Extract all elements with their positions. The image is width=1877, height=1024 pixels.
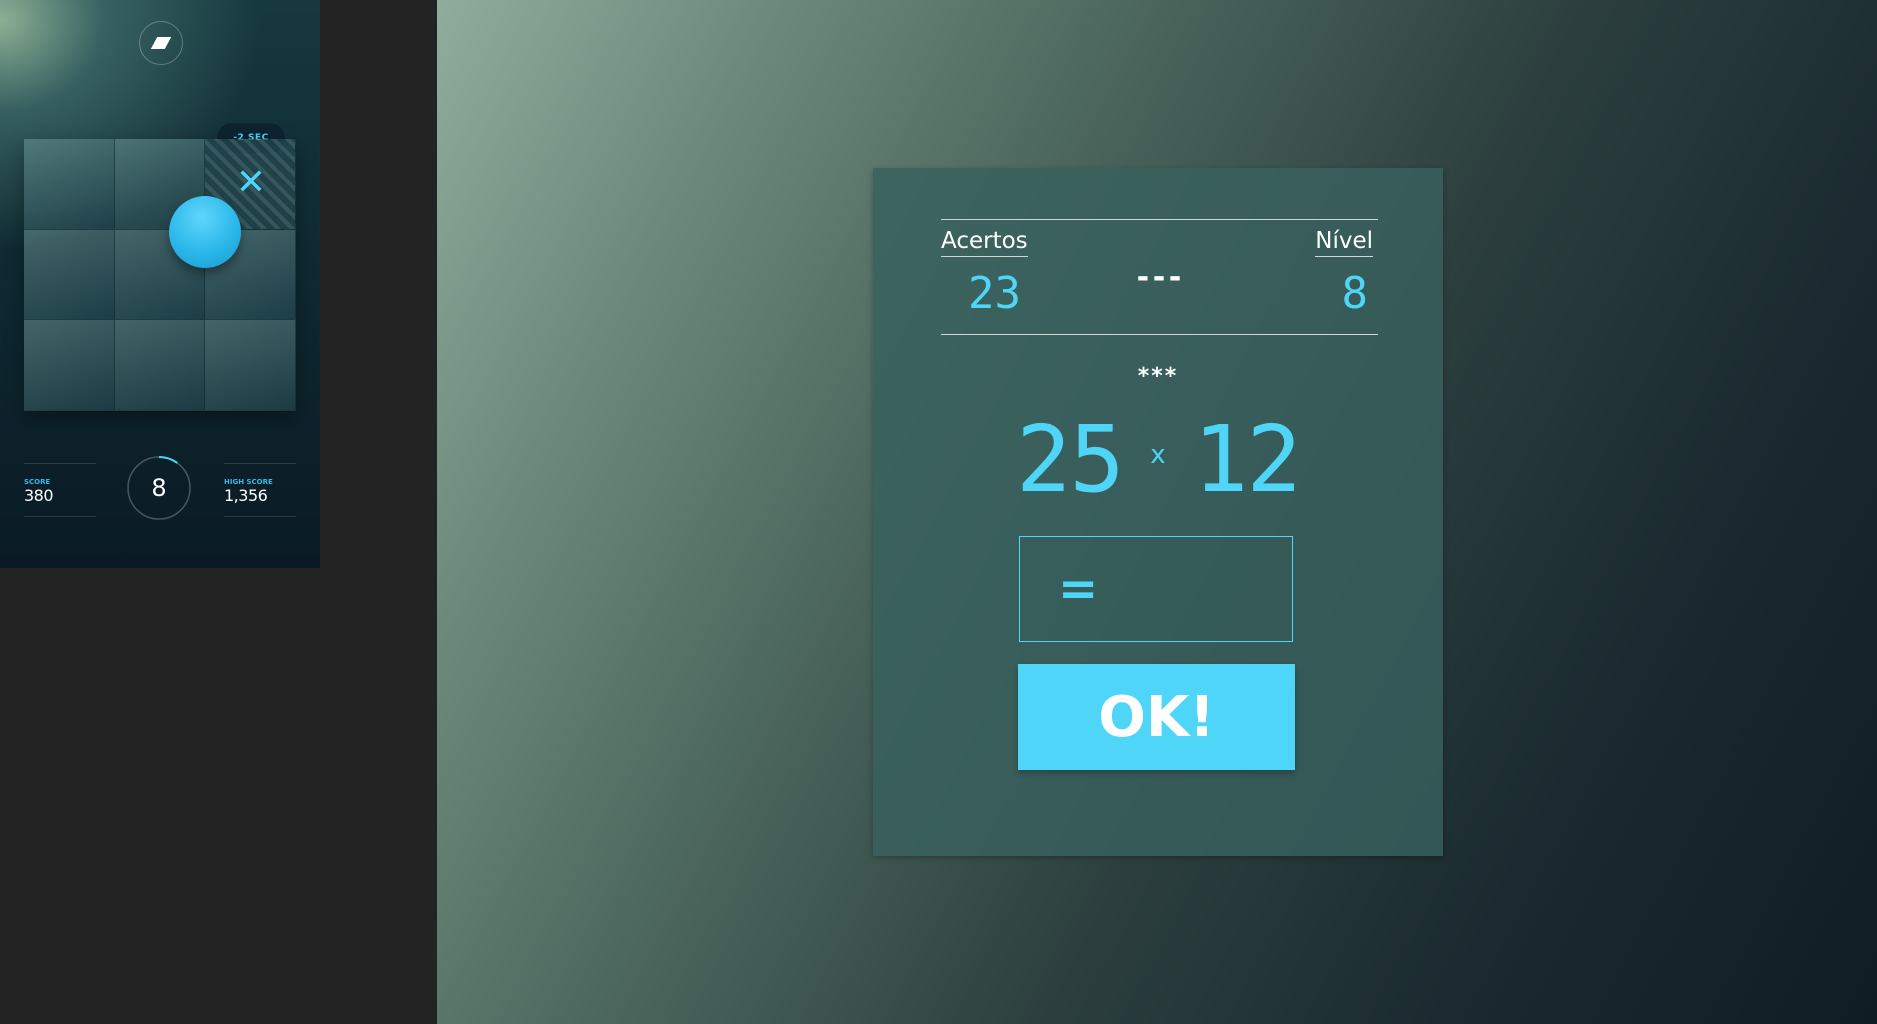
game-preview-panel: -2 SEC ✕ SCORE 380 8 HIGH SCORE 1,356 bbox=[0, 0, 320, 568]
grid-cell[interactable] bbox=[114, 320, 206, 411]
high-score-value: 1,356 bbox=[224, 486, 268, 505]
high-score-stat: HIGH SCORE 1,356 bbox=[224, 463, 296, 517]
score-stat: SCORE 380 bbox=[24, 463, 96, 517]
answer-box[interactable]: = bbox=[1019, 536, 1675, 642]
hits-label: Acertos bbox=[941, 228, 1028, 257]
divider-top bbox=[941, 219, 1378, 220]
answer-input[interactable] bbox=[1110, 548, 1675, 630]
grid-cell[interactable] bbox=[24, 320, 115, 411]
grid-cell[interactable] bbox=[205, 320, 296, 411]
timer-ring: 8 bbox=[126, 455, 192, 521]
score-label: SCORE bbox=[24, 478, 51, 486]
main-game-area: Acertos 23 --- Nível 8 *** 25 x 12 = OK! bbox=[437, 0, 1877, 1024]
grid-cell[interactable] bbox=[24, 229, 115, 321]
rating-stars: *** bbox=[1137, 364, 1179, 389]
timer-value: 8 bbox=[151, 474, 167, 502]
ok-button[interactable]: OK! bbox=[1018, 664, 1295, 770]
high-score-label: HIGH SCORE bbox=[224, 478, 273, 486]
close-icon: ✕ bbox=[235, 162, 267, 203]
level-value: 8 bbox=[1341, 268, 1369, 319]
logo-icon bbox=[139, 21, 183, 65]
app-root: -2 SEC ✕ SCORE 380 8 HIGH SCORE 1,356 Ac… bbox=[0, 0, 1877, 1024]
divider-bottom bbox=[941, 334, 1378, 335]
ball-token[interactable] bbox=[169, 196, 241, 268]
operand-b: 12 bbox=[1193, 406, 1302, 513]
score-value: 380 bbox=[24, 486, 54, 505]
level-label: Nível bbox=[1315, 228, 1373, 257]
equals-sign: = bbox=[1058, 561, 1099, 617]
math-quiz-card: Acertos 23 --- Nível 8 *** 25 x 12 = OK! bbox=[873, 168, 1675, 856]
grid-cell[interactable] bbox=[24, 139, 115, 230]
operator: x bbox=[1150, 440, 1166, 470]
